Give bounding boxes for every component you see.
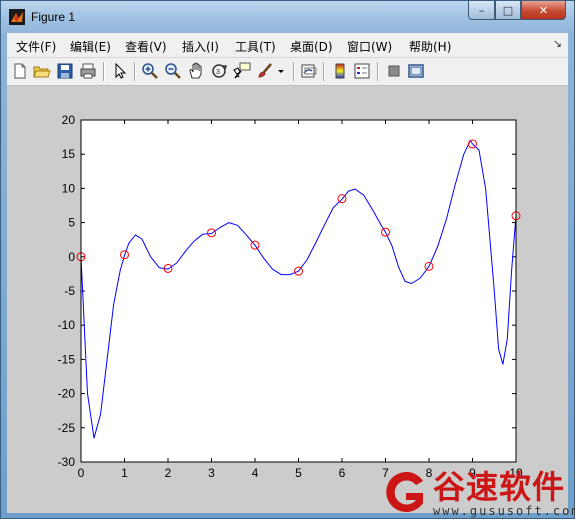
brush-icon[interactable] (256, 62, 274, 80)
menu-help[interactable]: 帮助(H) (409, 38, 451, 55)
axes-background (81, 120, 516, 462)
edit-plot-arrow-icon[interactable] (111, 62, 129, 80)
toolbar-separator (293, 62, 295, 81)
title-bar[interactable]: Figure 1 – □ ✕ (1, 1, 574, 33)
y-tick-label: 10 (62, 181, 76, 195)
y-tick-label: 15 (62, 147, 76, 161)
plot-chart[interactable]: 0 1 2 3 4 5 6 7 8 9 1020151050-5-10-15-20-25-30 (7, 86, 568, 513)
x-tick-label: 2 (165, 466, 172, 480)
link-plot-icon[interactable] (300, 62, 318, 80)
toolbar-separator (134, 62, 136, 81)
y-tick-label: -15 (58, 352, 76, 366)
y-tick-label: 0 (68, 250, 75, 264)
insert-colorbar-icon[interactable] (331, 62, 349, 80)
figure-canvas-area: 0 1 2 3 4 5 6 7 8 9 10 20 15 10 5 0 -5 -10 -15 -20 -25 -30 (7, 86, 568, 513)
zoom-in-icon[interactable] (141, 62, 159, 80)
toolbar-separator (323, 62, 325, 81)
menu-edit[interactable]: 编辑(E) (70, 38, 111, 55)
menu-tools[interactable]: 工具(T) (235, 38, 276, 55)
y-tick-label: -5 (64, 284, 75, 298)
brush-dropdown-icon[interactable] (276, 62, 286, 80)
hide-plot-tools-icon[interactable] (385, 62, 403, 80)
x-tick-label: 3 (208, 466, 215, 480)
x-tick-label: 6 (339, 466, 346, 480)
x-tick-label: 4 (252, 466, 259, 480)
menu-insert[interactable]: 插入(I) (182, 38, 219, 55)
x-tick-label: 0 (78, 466, 85, 480)
toolbar-separator (103, 62, 105, 81)
menu-view[interactable]: 查看(V) (125, 38, 167, 55)
watermark-url: www.gususoft.com (433, 504, 575, 518)
watermark-brand: 谷速软件 (433, 468, 566, 506)
y-tick-label: -30 (58, 455, 76, 469)
menu-bar: 文件(F) 编辑(E) 查看(V) 插入(I) 工具(T) 桌面(D) 窗口(W… (7, 33, 568, 58)
figure-toolbar: 3 (7, 58, 568, 86)
new-figure-icon[interactable] (11, 62, 29, 80)
minimize-button[interactable]: – (468, 1, 495, 20)
menu-desktop[interactable]: 桌面(D) (290, 38, 333, 55)
menu-window[interactable]: 窗口(W) (347, 38, 392, 55)
y-tick-label: -20 (58, 387, 76, 401)
insert-legend-icon[interactable] (353, 62, 371, 80)
y-tick-label: 5 (68, 216, 75, 230)
svg-text:3: 3 (216, 69, 220, 76)
menu-file[interactable]: 文件(F) (16, 38, 56, 55)
matlab-logo-icon (9, 9, 25, 25)
x-tick-label: 5 (295, 466, 302, 480)
y-tick-label: -10 (58, 318, 76, 332)
gususoft-logo-icon (386, 472, 423, 512)
print-icon[interactable] (79, 62, 97, 80)
maximize-button[interactable]: □ (495, 1, 521, 20)
data-cursor-icon[interactable] (233, 62, 251, 80)
y-tick-label: 20 (62, 113, 76, 127)
x-tick-label: 1 (121, 466, 128, 480)
toolbar-separator (377, 62, 379, 81)
pan-hand-icon[interactable] (187, 62, 205, 80)
rotate-3d-icon[interactable]: 3 (210, 62, 228, 80)
menu-overflow-icon[interactable]: ↘ (553, 37, 562, 50)
show-plot-tools-icon[interactable] (407, 62, 425, 80)
open-file-icon[interactable] (33, 62, 51, 80)
save-icon[interactable] (56, 62, 74, 80)
close-button[interactable]: ✕ (521, 1, 566, 20)
window-title: Figure 1 (31, 10, 76, 24)
zoom-out-icon[interactable] (164, 62, 182, 80)
figure-window: Figure 1 – □ ✕ 文件(F) 编辑(E) 查看(V) 插入(I) 工… (0, 0, 575, 519)
figure-client: 文件(F) 编辑(E) 查看(V) 插入(I) 工具(T) 桌面(D) 窗口(W… (7, 33, 568, 513)
y-tick-label: -25 (58, 421, 76, 435)
